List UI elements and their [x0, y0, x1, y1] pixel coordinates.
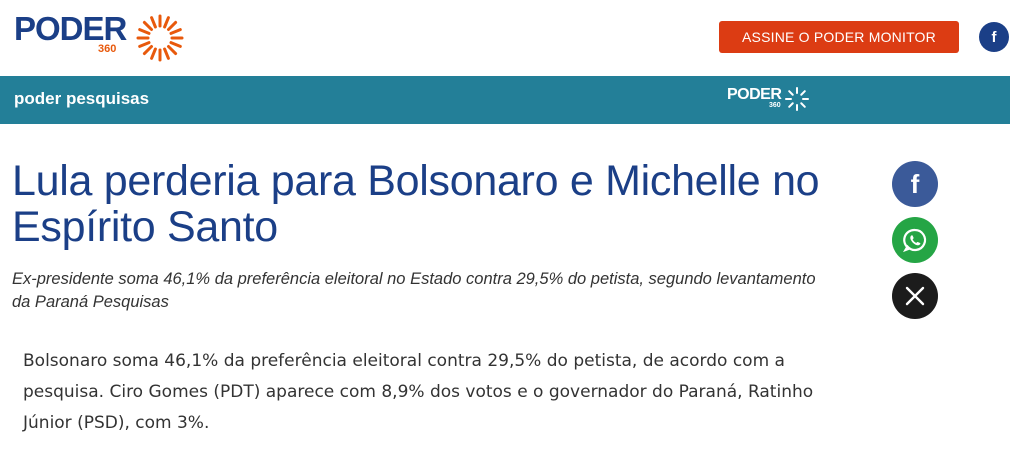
share-whatsapp-button[interactable]: [892, 217, 938, 263]
whatsapp-icon: [902, 228, 927, 253]
share-facebook-button[interactable]: f: [892, 161, 938, 207]
article-body: Bolsonaro soma 46,1% da preferência elei…: [23, 351, 814, 433]
logo-subscript: 360: [98, 43, 117, 55]
share-x-button[interactable]: [892, 273, 938, 319]
facebook-icon: f: [910, 168, 920, 199]
sun-logo-icon: [785, 87, 809, 111]
facebook-icon[interactable]: f: [979, 22, 1009, 52]
site-header: PODER 360 ASSINE O PODER MONITOR f: [0, 0, 1010, 76]
article-headline: Lula perderia para Bolsonaro e Michelle …: [12, 157, 820, 251]
sun-logo-icon: [136, 14, 184, 62]
mini-logo-wordmark: PODER: [727, 86, 782, 103]
subscribe-button[interactable]: ASSINE O PODER MONITOR: [719, 21, 959, 53]
section-bar: poder pesquisas PODER 360: [0, 76, 1010, 124]
mini-logo-subscript: 360: [769, 102, 781, 109]
section-title[interactable]: poder pesquisas: [14, 89, 149, 109]
x-icon: [905, 286, 925, 306]
section-logo[interactable]: PODER 360: [727, 86, 809, 114]
article-subhead: Ex-presidente soma 46,1% da preferência …: [12, 270, 816, 311]
site-logo[interactable]: PODER 360: [14, 10, 184, 62]
